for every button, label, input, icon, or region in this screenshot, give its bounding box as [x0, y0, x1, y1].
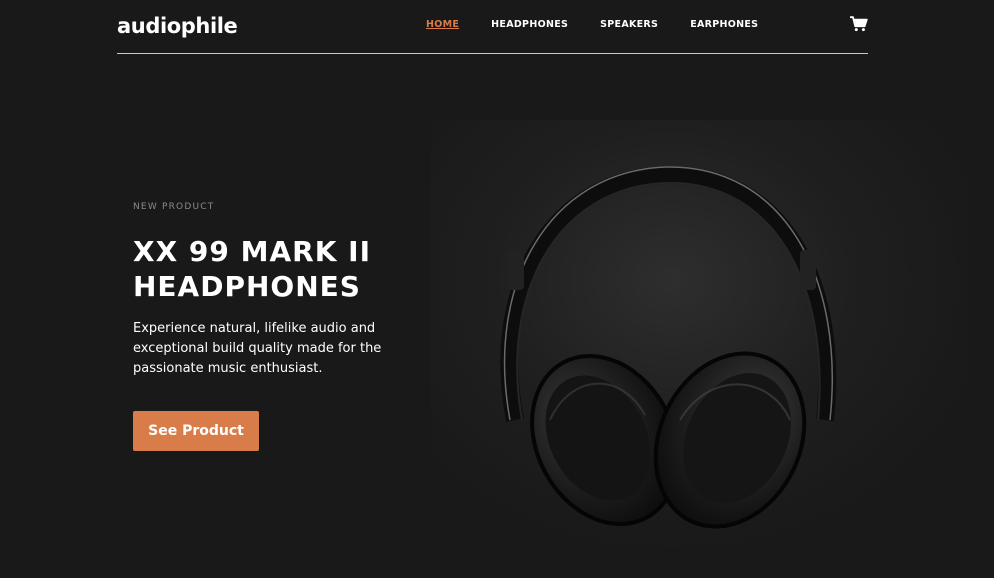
hero-title: XX 99 MARK II HEADPHONES [133, 234, 463, 304]
see-product-button[interactable]: See Product [133, 411, 259, 451]
nav-headphones[interactable]: HEADPHONES [491, 19, 568, 30]
headphones-image [430, 120, 970, 578]
main-nav: HOME HEADPHONES SPEAKERS EARPHONES [426, 19, 790, 30]
hero-title-line2: HEADPHONES [133, 270, 361, 303]
nav-home[interactable]: HOME [426, 19, 459, 30]
cart-icon[interactable] [850, 16, 868, 32]
site-header: audiophile HOME HEADPHONES SPEAKERS EARP… [117, 0, 868, 54]
logo[interactable]: audiophile [117, 14, 238, 38]
page: audiophile HOME HEADPHONES SPEAKERS EARP… [0, 0, 994, 578]
hero-title-line1: XX 99 MARK II [133, 235, 372, 268]
eyebrow-label: NEW PRODUCT [133, 202, 215, 212]
hero-description: Experience natural, lifelike audio and e… [133, 321, 382, 376]
nav-earphones[interactable]: EARPHONES [690, 19, 758, 30]
nav-speakers[interactable]: SPEAKERS [600, 19, 658, 30]
